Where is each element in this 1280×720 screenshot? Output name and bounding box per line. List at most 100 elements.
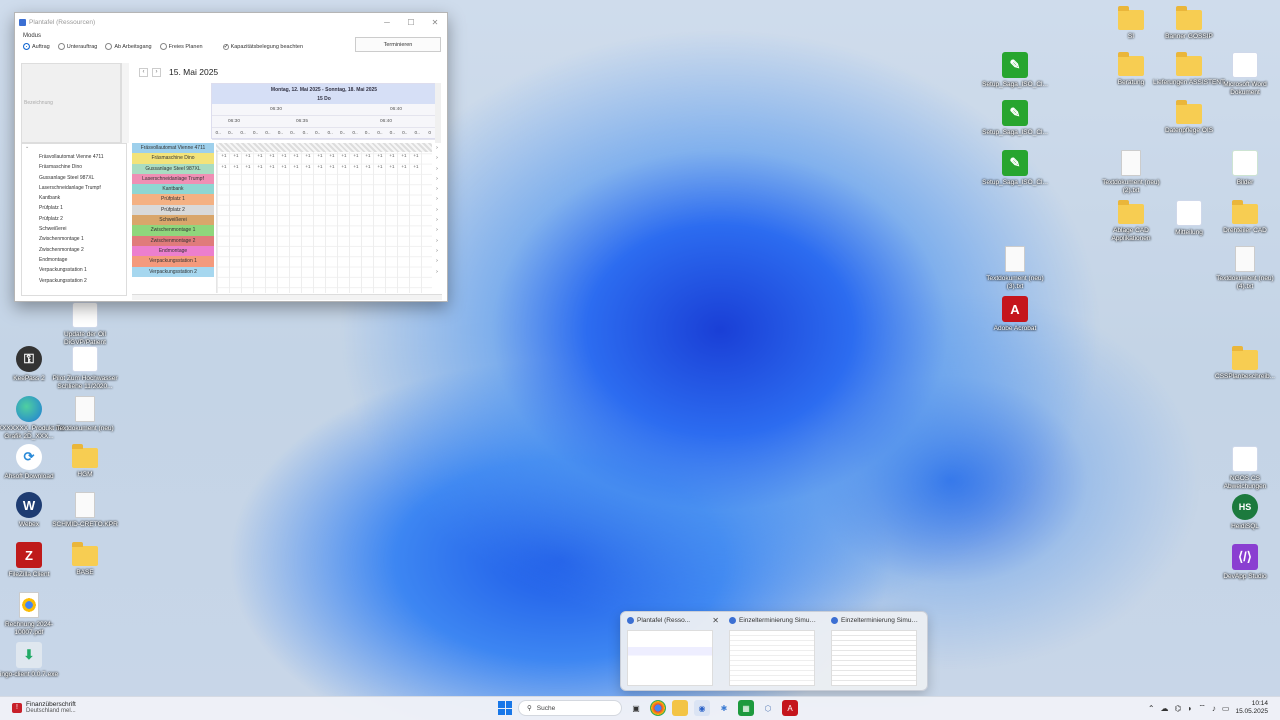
window-titlebar[interactable]: Plantafel (Ressourcen) ─ ☐ ✕ (15, 13, 447, 31)
plus-cell[interactable]: +1 (278, 164, 290, 169)
resource-list-item[interactable]: Zwischenmontage 2 (22, 245, 126, 255)
plus-cell[interactable]: +1 (266, 153, 278, 158)
close-icon[interactable]: ✕ (423, 18, 447, 27)
close-icon[interactable]: ✕ (712, 616, 719, 625)
desktop-icon[interactable]: HS HeidiSQL (1208, 494, 1280, 531)
network-icon[interactable]: ⌬ (1175, 704, 1182, 713)
plus-cell[interactable]: +1 (314, 153, 326, 158)
plus-cell[interactable]: +1 (242, 164, 254, 169)
plus-cell[interactable]: +1 (218, 164, 230, 169)
plus-cell[interactable]: +1 (254, 164, 266, 169)
desktop-icon[interactable]: ⬇ ingo-client 0.0.7.exe (0, 642, 66, 679)
resource-row-label[interactable]: Laserschneidanlage Trumpf (132, 173, 214, 185)
plus-cell[interactable]: +1 (302, 153, 314, 158)
chrome-icon[interactable] (650, 700, 666, 716)
desktop-icon[interactable]: W Update der Oil DiGVP/Patient (48, 302, 122, 347)
plus-cell[interactable]: +1 (314, 164, 326, 169)
preview-item-einzelterminierung-2[interactable]: Einzelterminierung Simulati... (827, 612, 927, 692)
plus-cell[interactable]: +1 (326, 153, 338, 158)
resource-row-label[interactable]: Kantbank (132, 184, 214, 195)
hexagon-app-icon[interactable]: ⬡ (760, 700, 776, 716)
desktop-icon[interactable]: HGM (48, 444, 122, 479)
resource-list-item[interactable]: Fräsmaschine Dino (22, 162, 126, 172)
preview-item-plantafel[interactable]: Plantafel (Resso... ✕ (623, 612, 723, 692)
wifi-icon[interactable]: ⌔ (1198, 703, 1206, 713)
list-collapse-icon[interactable]: ⌄ (22, 144, 126, 152)
resource-row-label[interactable]: Fräsmaschine Dino (132, 153, 214, 164)
news-widget[interactable]: ! Finanzüberschrift Deutschland mel... (12, 701, 76, 714)
acrobat-icon[interactable]: A (782, 700, 798, 716)
clock[interactable]: 10:14 15.05.2025 (1235, 700, 1268, 716)
preview-thumbnail[interactable] (627, 630, 713, 686)
row-arrow-icon[interactable]: › (433, 194, 441, 204)
resource-list-item[interactable]: Kantbank (22, 193, 126, 203)
desktop-icon[interactable]: Textdokument (neu) (48, 396, 122, 433)
resource-list-item[interactable]: Prüfplatz 2 (22, 214, 126, 224)
preview-thumbnail[interactable] (729, 630, 815, 686)
prev-date-button[interactable]: ‹ (139, 67, 148, 77)
radio-auftrag[interactable]: Auftrag (23, 43, 50, 50)
row-arrow-icon[interactable]: › (433, 164, 441, 174)
desktop-icon[interactable]: Textdokument (neu) (2).txt (1094, 150, 1168, 195)
row-arrow-icon[interactable]: › (433, 153, 441, 163)
resource-list-item[interactable]: Prüfplatz 1 (22, 203, 126, 213)
plus-cell[interactable]: +1 (242, 153, 254, 158)
resource-row-label[interactable]: Gussanlage Steel 987XL (132, 163, 214, 174)
plus-cell[interactable]: +1 (326, 164, 338, 169)
desktop-icon[interactable]: W Pilot Zum Hochwasser Schliehe 11/2020..… (48, 346, 122, 391)
resource-list-item[interactable]: Endmontage (22, 255, 126, 265)
row-arrow-icon[interactable]: › (433, 143, 441, 153)
plantafel-app-icon[interactable]: ◉ (694, 700, 710, 716)
resource-list-item[interactable]: Zwischenmontage 1 (22, 234, 126, 244)
row-arrow-icon[interactable]: › (433, 225, 441, 235)
radio-ab-arbeitsgang[interactable]: Ab Arbeitsgang (105, 43, 152, 50)
headset-icon[interactable]: ◗ (1188, 704, 1193, 713)
desktop-icon[interactable]: Rechnung 2024-10007.pdf (0, 592, 66, 637)
plus-cell[interactable]: +1 (362, 153, 374, 158)
plantafel-window[interactable]: Plantafel (Ressourcen) ─ ☐ ✕ Modus Auftr… (14, 12, 448, 302)
row-arrow-icon[interactable]: › (433, 174, 441, 184)
resource-row-label[interactable]: Fräsvollautomat Vienne 4711 (132, 143, 214, 154)
row-arrow-icon[interactable]: › (433, 215, 441, 225)
resource-list-item[interactable]: Laserschneidanlage Trumpf (22, 183, 126, 193)
desktop-icon[interactable]: Banner GOSSIP (1152, 6, 1226, 41)
desktop-icon[interactable]: Datenpflege OIS (1152, 100, 1226, 135)
plus-cell[interactable]: +1 (254, 153, 266, 158)
taskbar-search[interactable]: ⚲ Suche (518, 700, 622, 716)
plus-cell[interactable]: +1 (290, 164, 302, 169)
resource-list-item[interactable]: Fräsvollautomat Vienne 4711 (22, 152, 126, 162)
row-arrow-icon[interactable]: › (433, 236, 441, 246)
plus-cell[interactable]: +1 (338, 153, 350, 158)
file-explorer-icon[interactable] (672, 700, 688, 716)
plus-cell[interactable]: +1 (386, 164, 398, 169)
plus-cell[interactable]: +1 (410, 164, 422, 169)
resource-row-label[interactable]: Verpackungsstation 2 (132, 266, 214, 277)
green-app-icon[interactable]: ▦ (738, 700, 754, 716)
resource-list-item[interactable]: Gussanlage Steel 987XL (22, 173, 126, 183)
desktop-icon[interactable]: Textdokument (neu) (4).txt (1208, 246, 1280, 291)
plus-cell[interactable]: +1 (278, 153, 290, 158)
plus-cell[interactable]: +1 (362, 164, 374, 169)
desktop-icon[interactable]: BASE (48, 542, 122, 577)
desktop-icon[interactable]: W Microsoft Word Dokument (1208, 52, 1280, 97)
desktop-icon[interactable]: ✎ Setup_Saga_ISO_Cl... (978, 100, 1052, 137)
plus-cell[interactable]: +1 (350, 164, 362, 169)
desktop-icon[interactable]: CSSPlanbeschreib... (1208, 346, 1280, 381)
resource-row-label[interactable]: Schweißerei (132, 215, 214, 226)
radio-unterauftrag[interactable]: Unterauftrag (57, 43, 97, 50)
plus-cell[interactable]: +1 (374, 153, 386, 158)
settings-gear-icon[interactable]: ✱ (716, 700, 732, 716)
resource-row-label[interactable]: Verpackungsstation 1 (132, 256, 214, 267)
desktop-icon[interactable]: A Adobe Acrobat (978, 296, 1052, 333)
desktop-icon[interactable]: SCHMID-CRETO.KPR (48, 492, 122, 529)
plus-cell[interactable]: +1 (338, 164, 350, 169)
plus-cell[interactable]: +1 (374, 164, 386, 169)
desktop-icon[interactable]: ⟨/⟩ DevApp Studio (1208, 544, 1280, 581)
plus-cell[interactable]: +1 (290, 153, 302, 158)
plus-cell[interactable]: +1 (398, 153, 410, 158)
volume-icon[interactable]: ♪ (1212, 704, 1216, 713)
chevron-up-icon[interactable]: ⌃ (1148, 704, 1155, 713)
battery-icon[interactable]: ▭ (1222, 704, 1230, 713)
desktop-icon[interactable]: Textdokument (neu) (3).txt (978, 246, 1052, 291)
row-scroll-arrows[interactable]: › › › › › › › › › › › › › (433, 143, 441, 293)
